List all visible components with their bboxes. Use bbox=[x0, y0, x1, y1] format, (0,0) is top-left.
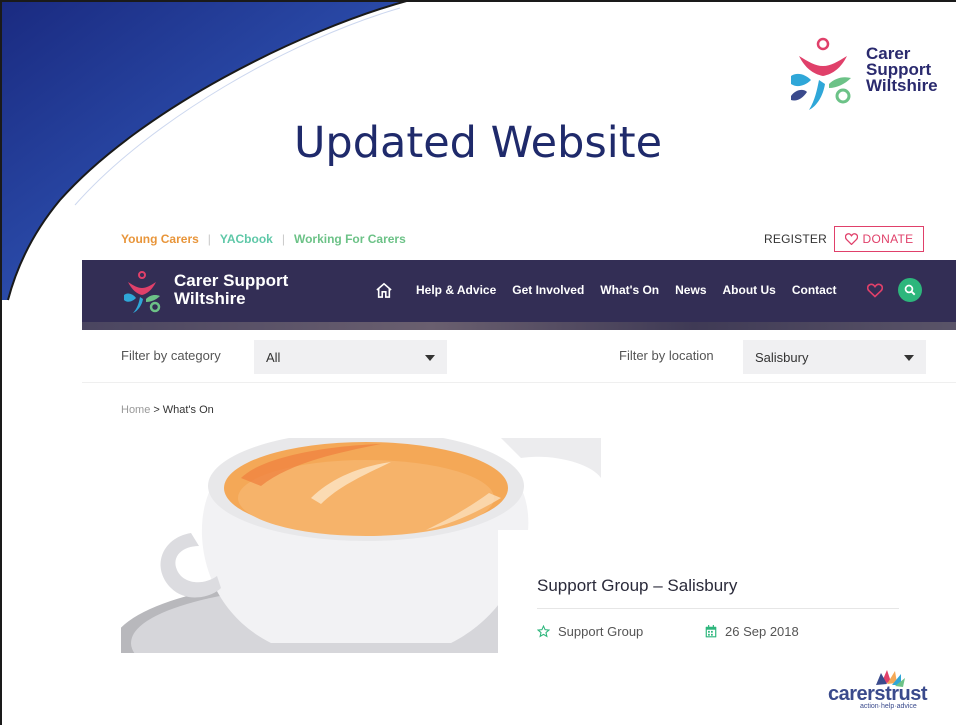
location-select-value: Salisbury bbox=[755, 350, 809, 365]
brand-name: Carer Support Wiltshire bbox=[866, 45, 938, 95]
link-separator: | bbox=[281, 232, 285, 246]
yacbook-link[interactable]: YACbook bbox=[220, 232, 273, 246]
frame-top bbox=[0, 0, 956, 2]
brand-line-3: Wiltshire bbox=[866, 76, 938, 95]
breadcrumb-separator: > bbox=[153, 404, 160, 416]
location-select[interactable]: Salisbury bbox=[743, 340, 926, 374]
slide: Carer Support Wiltshire Updated Website … bbox=[0, 0, 956, 725]
slide-title: Updated Website bbox=[293, 118, 663, 168]
event-title[interactable]: Support Group – Salisbury bbox=[537, 576, 737, 596]
site-logo-icon[interactable] bbox=[120, 269, 164, 313]
nav-brand-line-1: Carer Support bbox=[174, 271, 289, 290]
utility-links: Young Carers | YACbook | Working For Carers bbox=[121, 232, 406, 246]
main-nav: Carer Support Wiltshire Help & Advice Ge… bbox=[82, 260, 956, 322]
category-filter-label: Filter by category bbox=[121, 348, 221, 363]
breadcrumb-current: What's On bbox=[162, 404, 214, 416]
calendar-icon bbox=[705, 625, 717, 638]
chevron-down-icon bbox=[904, 355, 914, 361]
star-icon bbox=[537, 625, 550, 638]
nav-contact[interactable]: Contact bbox=[792, 283, 837, 297]
link-separator: | bbox=[207, 232, 211, 246]
nav-brand[interactable]: Carer Support Wiltshire bbox=[174, 272, 288, 308]
search-button[interactable] bbox=[898, 278, 922, 302]
donate-button[interactable]: DONATE bbox=[834, 226, 924, 252]
event-date-label: 26 Sep 2018 bbox=[725, 624, 799, 639]
nav-menu: Help & Advice Get Involved What's On New… bbox=[416, 283, 853, 297]
event-category-label: Support Group bbox=[558, 624, 644, 639]
nav-brand-line-2: Wiltshire bbox=[174, 289, 246, 308]
category-select[interactable]: All bbox=[254, 340, 447, 374]
search-icon bbox=[904, 284, 916, 296]
register-link[interactable]: REGISTER bbox=[764, 232, 827, 246]
nav-news[interactable]: News bbox=[675, 283, 706, 297]
chevron-down-icon bbox=[425, 355, 435, 361]
wordmark-part-a: carers bbox=[828, 683, 886, 705]
website-preview: Young Carers | YACbook | Working For Carers … bbox=[82, 218, 956, 680]
event-card[interactable]: Support Group – Salisbury Support Group … bbox=[498, 530, 899, 680]
utility-bar: Young Carers | YACbook | Working For Carers … bbox=[82, 218, 956, 260]
filter-bar: Filter by category All Filter by locatio… bbox=[82, 330, 956, 383]
carers-trust-tagline: action·help·advice bbox=[860, 703, 917, 710]
wordmark-part-b: trust bbox=[885, 683, 928, 705]
heart-icon bbox=[844, 233, 858, 245]
nav-help-advice[interactable]: Help & Advice bbox=[416, 283, 496, 297]
nav-whats-on[interactable]: What's On bbox=[600, 283, 659, 297]
banner-strip bbox=[82, 322, 956, 330]
home-icon[interactable] bbox=[375, 282, 393, 298]
frame-left bbox=[0, 0, 2, 725]
nav-get-involved[interactable]: Get Involved bbox=[512, 283, 584, 297]
event-divider bbox=[537, 608, 899, 609]
working-for-carers-link[interactable]: Working For Carers bbox=[294, 232, 406, 246]
event-category: Support Group bbox=[537, 624, 643, 639]
favourites-heart-icon[interactable] bbox=[867, 283, 883, 298]
nav-about-us[interactable]: About Us bbox=[723, 283, 776, 297]
breadcrumb: Home > What's On bbox=[121, 404, 214, 416]
event-date: 26 Sep 2018 bbox=[705, 624, 799, 639]
breadcrumb-home[interactable]: Home bbox=[121, 404, 150, 416]
location-filter-label: Filter by location bbox=[619, 348, 714, 363]
donate-label: DONATE bbox=[862, 232, 914, 246]
category-select-value: All bbox=[266, 350, 281, 365]
young-carers-link[interactable]: Young Carers bbox=[121, 232, 199, 246]
